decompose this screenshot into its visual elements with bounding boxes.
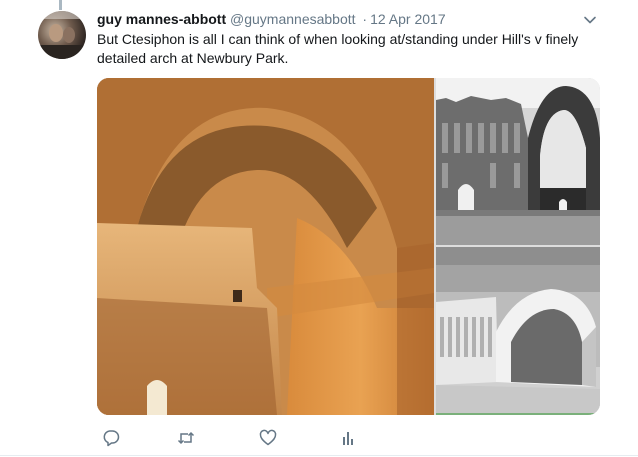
chevron-down-icon[interactable]: [583, 13, 597, 27]
tweet-text: But Ctesiphon is all I can think of when…: [97, 31, 579, 66]
heart-icon[interactable]: [258, 428, 278, 448]
separator-dot: ·: [362, 11, 368, 27]
retweet-icon[interactable]: [176, 428, 196, 448]
photo-arch-color[interactable]: [97, 78, 434, 415]
photo-ruin-bw-1[interactable]: [436, 78, 600, 245]
tweet-date[interactable]: 12 Apr 2017: [370, 11, 446, 27]
tweet-header: guy mannes-abbott @guymannesabbott · 12 A…: [97, 10, 446, 28]
tweet-divider: [0, 455, 638, 456]
tweet-actions: [97, 428, 397, 448]
avatar[interactable]: [38, 11, 86, 59]
photo-grid: [97, 78, 600, 415]
author-handle[interactable]: @guymannesabbott: [230, 11, 356, 27]
analytics-icon[interactable]: [338, 428, 358, 448]
reply-icon[interactable]: [101, 428, 121, 448]
photo-ruin-bw-2[interactable]: [436, 247, 600, 415]
thread-connector-line: [59, 0, 62, 10]
author-name[interactable]: guy mannes-abbott: [97, 11, 226, 27]
